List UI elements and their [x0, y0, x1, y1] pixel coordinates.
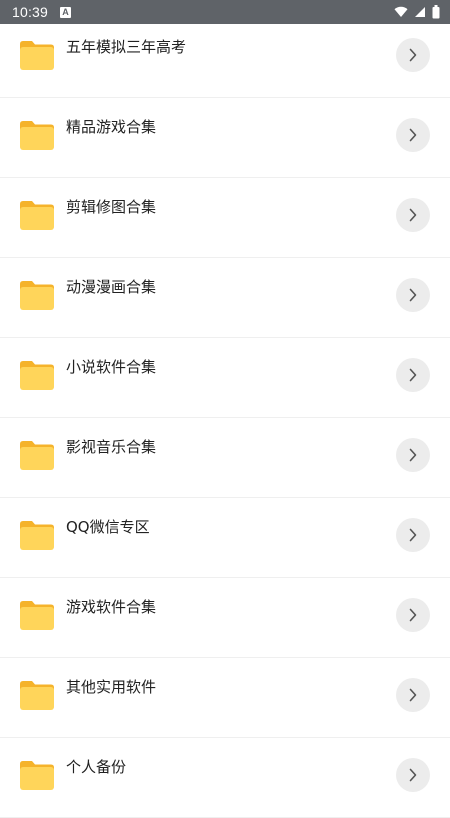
chevron-right-icon — [409, 288, 417, 302]
folder-row[interactable]: 小说软件合集 — [0, 338, 450, 418]
open-folder-button[interactable] — [396, 758, 430, 792]
chevron-right-icon — [409, 688, 417, 702]
folder-icon — [20, 601, 54, 630]
folder-label: 五年模拟三年高考 — [66, 38, 187, 56]
folder-icon — [20, 41, 54, 70]
folder-label: 影视音乐合集 — [66, 438, 157, 456]
folder-list: 五年模拟三年高考 精品游戏合集 剪辑修图合集 动漫漫画合集 小说软件合集 影视音乐合集 QQ… — [0, 18, 450, 818]
open-folder-button[interactable] — [396, 38, 430, 72]
chevron-right-icon — [409, 128, 417, 142]
folder-icon — [20, 201, 54, 230]
notification-a-icon: A — [60, 6, 72, 18]
open-folder-button[interactable] — [396, 438, 430, 472]
folder-row[interactable]: QQ微信专区 — [0, 498, 450, 578]
open-folder-button[interactable] — [396, 678, 430, 712]
folder-row[interactable]: 剪辑修图合集 — [0, 178, 450, 258]
folder-icon — [20, 361, 54, 390]
folder-row[interactable]: 其他实用软件 — [0, 658, 450, 738]
status-icons — [394, 5, 440, 19]
folder-row[interactable]: 精品游戏合集 — [0, 98, 450, 178]
wifi-icon — [394, 6, 408, 18]
folder-row[interactable]: 游戏软件合集 — [0, 578, 450, 658]
folder-icon — [20, 521, 54, 550]
folder-icon — [20, 281, 54, 310]
folder-label: 游戏软件合集 — [66, 598, 157, 616]
folder-label: QQ微信专区 — [66, 518, 150, 536]
folder-label: 剪辑修图合集 — [66, 198, 157, 216]
folder-label: 精品游戏合集 — [66, 118, 157, 136]
open-folder-button[interactable] — [396, 118, 430, 152]
signal-icon — [415, 7, 425, 17]
open-folder-button[interactable] — [396, 198, 430, 232]
chevron-right-icon — [409, 768, 417, 782]
folder-label: 小说软件合集 — [66, 358, 157, 376]
folder-row[interactable]: 动漫漫画合集 — [0, 258, 450, 338]
chevron-right-icon — [409, 448, 417, 462]
folder-row[interactable]: 个人备份 — [0, 738, 450, 818]
folder-row[interactable]: 影视音乐合集 — [0, 418, 450, 498]
folder-label: 动漫漫画合集 — [66, 278, 157, 296]
folder-row[interactable]: 五年模拟三年高考 — [0, 18, 450, 98]
chevron-right-icon — [409, 208, 417, 222]
battery-icon — [432, 5, 440, 19]
open-folder-button[interactable] — [396, 358, 430, 392]
folder-label: 个人备份 — [66, 758, 127, 776]
folder-icon — [20, 121, 54, 150]
chevron-right-icon — [409, 608, 417, 622]
folder-icon — [20, 681, 54, 710]
chevron-right-icon — [409, 368, 417, 382]
open-folder-button[interactable] — [396, 518, 430, 552]
chevron-right-icon — [409, 48, 417, 62]
folder-label: 其他实用软件 — [66, 678, 157, 696]
chevron-right-icon — [409, 528, 417, 542]
open-folder-button[interactable] — [396, 598, 430, 632]
folder-icon — [20, 761, 54, 790]
open-folder-button[interactable] — [396, 278, 430, 312]
folder-icon — [20, 441, 54, 470]
